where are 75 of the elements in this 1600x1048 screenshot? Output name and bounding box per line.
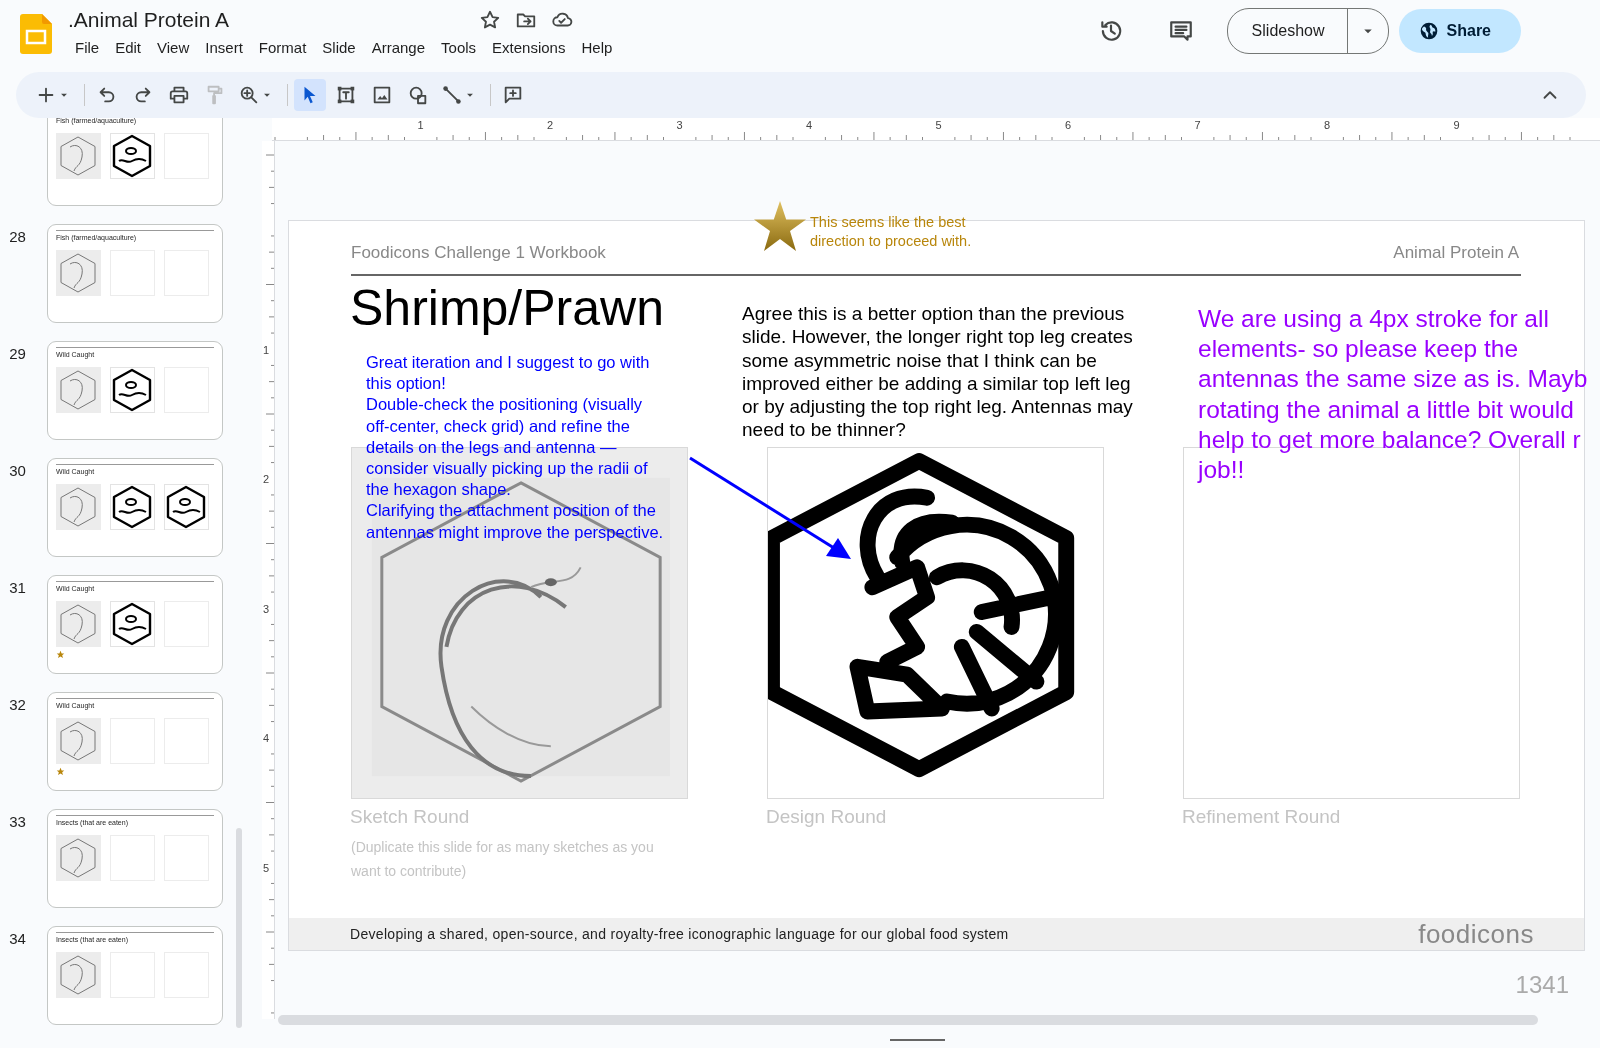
round-label: Design Round bbox=[766, 806, 887, 828]
star-note: This seems like the best direction to proceed with. bbox=[810, 213, 973, 251]
slide-number: 28 bbox=[8, 227, 27, 245]
round-hint: (Duplicate this slide for as many sketches as you want to contribute) bbox=[351, 838, 655, 881]
sketch-thumbnail bbox=[56, 484, 101, 530]
share-button[interactable]: Share bbox=[1398, 9, 1521, 53]
ruler-number: 4 bbox=[263, 732, 270, 744]
menu-item[interactable]: Extensions bbox=[485, 36, 573, 59]
sketch-thumbnail bbox=[56, 601, 101, 647]
slide-title: Shrimp/Prawn bbox=[350, 280, 664, 336]
printer-icon bbox=[168, 84, 190, 106]
brand-logo: foodicons bbox=[1418, 918, 1534, 950]
sketch-thumbnail bbox=[56, 250, 101, 296]
ruler-number: 4 bbox=[805, 119, 813, 131]
menu-item[interactable]: Tools bbox=[434, 36, 484, 59]
image-icon bbox=[371, 84, 393, 106]
slide-number: 31 bbox=[8, 578, 27, 596]
pointer-button[interactable] bbox=[294, 79, 326, 111]
menu-item[interactable]: Edit bbox=[108, 36, 149, 59]
slide-number: 30 bbox=[8, 461, 27, 479]
resize-handle[interactable] bbox=[890, 1039, 945, 1041]
slide-number: 29 bbox=[8, 344, 27, 362]
comment-text: We are using a 4px stroke for all elements- so please keep the antennas the same size as is. Mayb rotating the animal a little bit would help to get more balance? Overall r job!! bbox=[1198, 304, 1588, 485]
scrollbar[interactable] bbox=[236, 828, 242, 1028]
ruler-number: 5 bbox=[935, 119, 942, 131]
icon-thumbnail bbox=[110, 484, 155, 530]
sketch-thumbnail bbox=[56, 133, 101, 179]
ruler-number: 9 bbox=[1453, 119, 1460, 131]
ruler-number: 1 bbox=[417, 119, 424, 131]
ruler-number: 7 bbox=[1194, 119, 1201, 131]
comment-text: Agree this is a better option than the previous slide. However, the longer right top leg creates some asymmetric noise that I think can be improved either be adding a similar top left leg or by adjusting the top right leg. Antennas may need to be thinner? bbox=[742, 302, 1134, 442]
comments-icon[interactable] bbox=[1167, 18, 1194, 44]
menu-item[interactable]: Format bbox=[251, 36, 314, 59]
ruler-number: 5 bbox=[263, 861, 270, 874]
ruler-number: 8 bbox=[1323, 119, 1331, 131]
menu-item[interactable]: Help bbox=[574, 36, 620, 59]
menu-item[interactable]: File bbox=[68, 36, 107, 59]
star-icon[interactable] bbox=[479, 9, 502, 31]
ruler-number: 1 bbox=[263, 343, 270, 356]
icon-thumbnail bbox=[164, 484, 209, 530]
slide-number: 33 bbox=[8, 812, 27, 830]
menu-item[interactable]: Insert bbox=[198, 36, 250, 59]
icon-thumbnail bbox=[110, 133, 155, 179]
star-shape bbox=[754, 201, 806, 251]
icon-thumbnail bbox=[110, 367, 155, 413]
menu-item[interactable]: Slide bbox=[315, 36, 363, 59]
document-title[interactable]: .Animal Protein A bbox=[68, 6, 230, 34]
round-label: Sketch Round bbox=[350, 806, 470, 828]
slide-number: 32 bbox=[8, 695, 27, 713]
ruler-number: 3 bbox=[676, 119, 683, 131]
text-box-icon bbox=[335, 84, 357, 106]
slide-number: 34 bbox=[8, 929, 27, 947]
shapes-icon bbox=[407, 84, 429, 106]
ruler-number: 2 bbox=[546, 119, 554, 131]
ruler-number: 3 bbox=[263, 602, 270, 615]
slide-header: Animal Protein A bbox=[1393, 243, 1519, 263]
line-icon bbox=[441, 84, 463, 106]
menu-item[interactable]: Arrange bbox=[364, 36, 433, 59]
comment-text: Great iteration and I suggest to go with this option! Double-check the positioning (visually off-center, check grid) and refine the details on the legs and antenna — consider visually picking up the radii of the hexagon shape. Clarifying the attachment position of the antennas might improve the perspective. bbox=[366, 352, 665, 543]
zoom-icon bbox=[238, 84, 260, 106]
footer-text: Developing a shared, open-source, and royalty-free iconographic language for our global food system bbox=[350, 926, 1009, 942]
page-number: 1341 bbox=[1515, 971, 1569, 999]
icon-thumbnail bbox=[110, 601, 155, 647]
sketch-thumbnail bbox=[56, 367, 101, 413]
scrollbar[interactable] bbox=[278, 1015, 1538, 1025]
slide-header: Foodicons Challenge 1 Workbook bbox=[351, 243, 606, 263]
menu-item[interactable]: View bbox=[150, 36, 197, 59]
sketch-thumbnail bbox=[56, 952, 101, 998]
sketch-thumbnail bbox=[56, 718, 101, 764]
globe-icon bbox=[1418, 21, 1439, 41]
ruler-number: 2 bbox=[263, 473, 270, 485]
round-label: Refinement Round bbox=[1182, 806, 1341, 828]
ruler-number: 6 bbox=[1064, 119, 1072, 131]
sketch-thumbnail bbox=[56, 835, 101, 881]
add-comment-icon bbox=[502, 84, 524, 106]
